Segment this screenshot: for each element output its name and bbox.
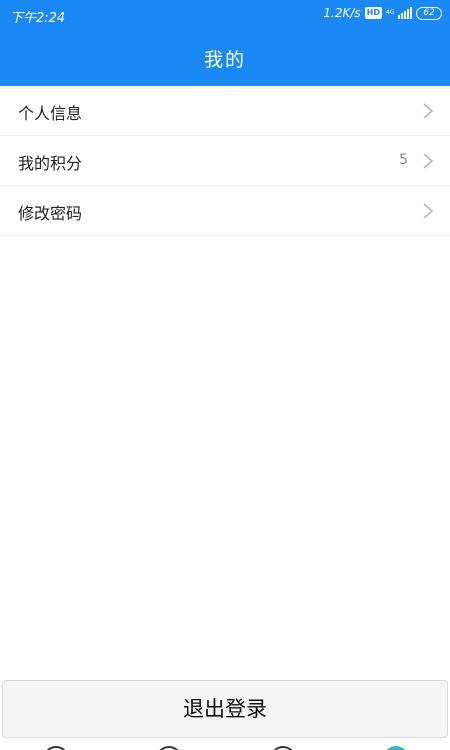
menu-item-change-password[interactable]: 修改密码 xyxy=(0,186,450,236)
profile-menu: 个人信息 我的积分 5 修改密码 xyxy=(0,86,450,236)
tab-message-icon[interactable] xyxy=(270,746,296,750)
tab-favorite-icon[interactable] xyxy=(156,746,182,750)
status-time: 下午2:24 xyxy=(10,11,66,26)
menu-item-label: 修改密码 xyxy=(18,204,83,223)
tab-home-icon[interactable] xyxy=(43,746,69,750)
bottom-tab-bar xyxy=(0,740,450,750)
battery-icon: 62 xyxy=(416,6,442,20)
page-title: 我的 xyxy=(203,49,246,71)
chevron-right-icon xyxy=(423,203,434,219)
chevron-right-icon xyxy=(423,153,434,169)
menu-item-label: 个人信息 xyxy=(18,104,83,123)
menu-item-my-points[interactable]: 我的积分 5 xyxy=(0,136,450,186)
menu-item-label: 我的积分 xyxy=(18,154,83,173)
points-value: 5 xyxy=(399,152,408,168)
menu-item-personal-info[interactable]: 个人信息 xyxy=(0,86,450,136)
logout-button[interactable]: 退出登录 xyxy=(2,680,448,738)
hd-icon: HD xyxy=(364,7,382,19)
chevron-right-icon xyxy=(423,103,434,119)
network-type-icon: 4G xyxy=(386,9,395,16)
app-header: 下午2:24 1.2K/s HD 4G 62 我的 xyxy=(0,0,450,86)
status-indicators: 1.2K/s HD 4G 62 xyxy=(323,6,442,20)
tab-profile-icon[interactable] xyxy=(383,746,409,750)
signal-icon xyxy=(398,7,412,19)
status-bar: 下午2:24 1.2K/s HD 4G 62 xyxy=(0,0,450,30)
network-speed: 1.2K/s xyxy=(323,6,361,20)
